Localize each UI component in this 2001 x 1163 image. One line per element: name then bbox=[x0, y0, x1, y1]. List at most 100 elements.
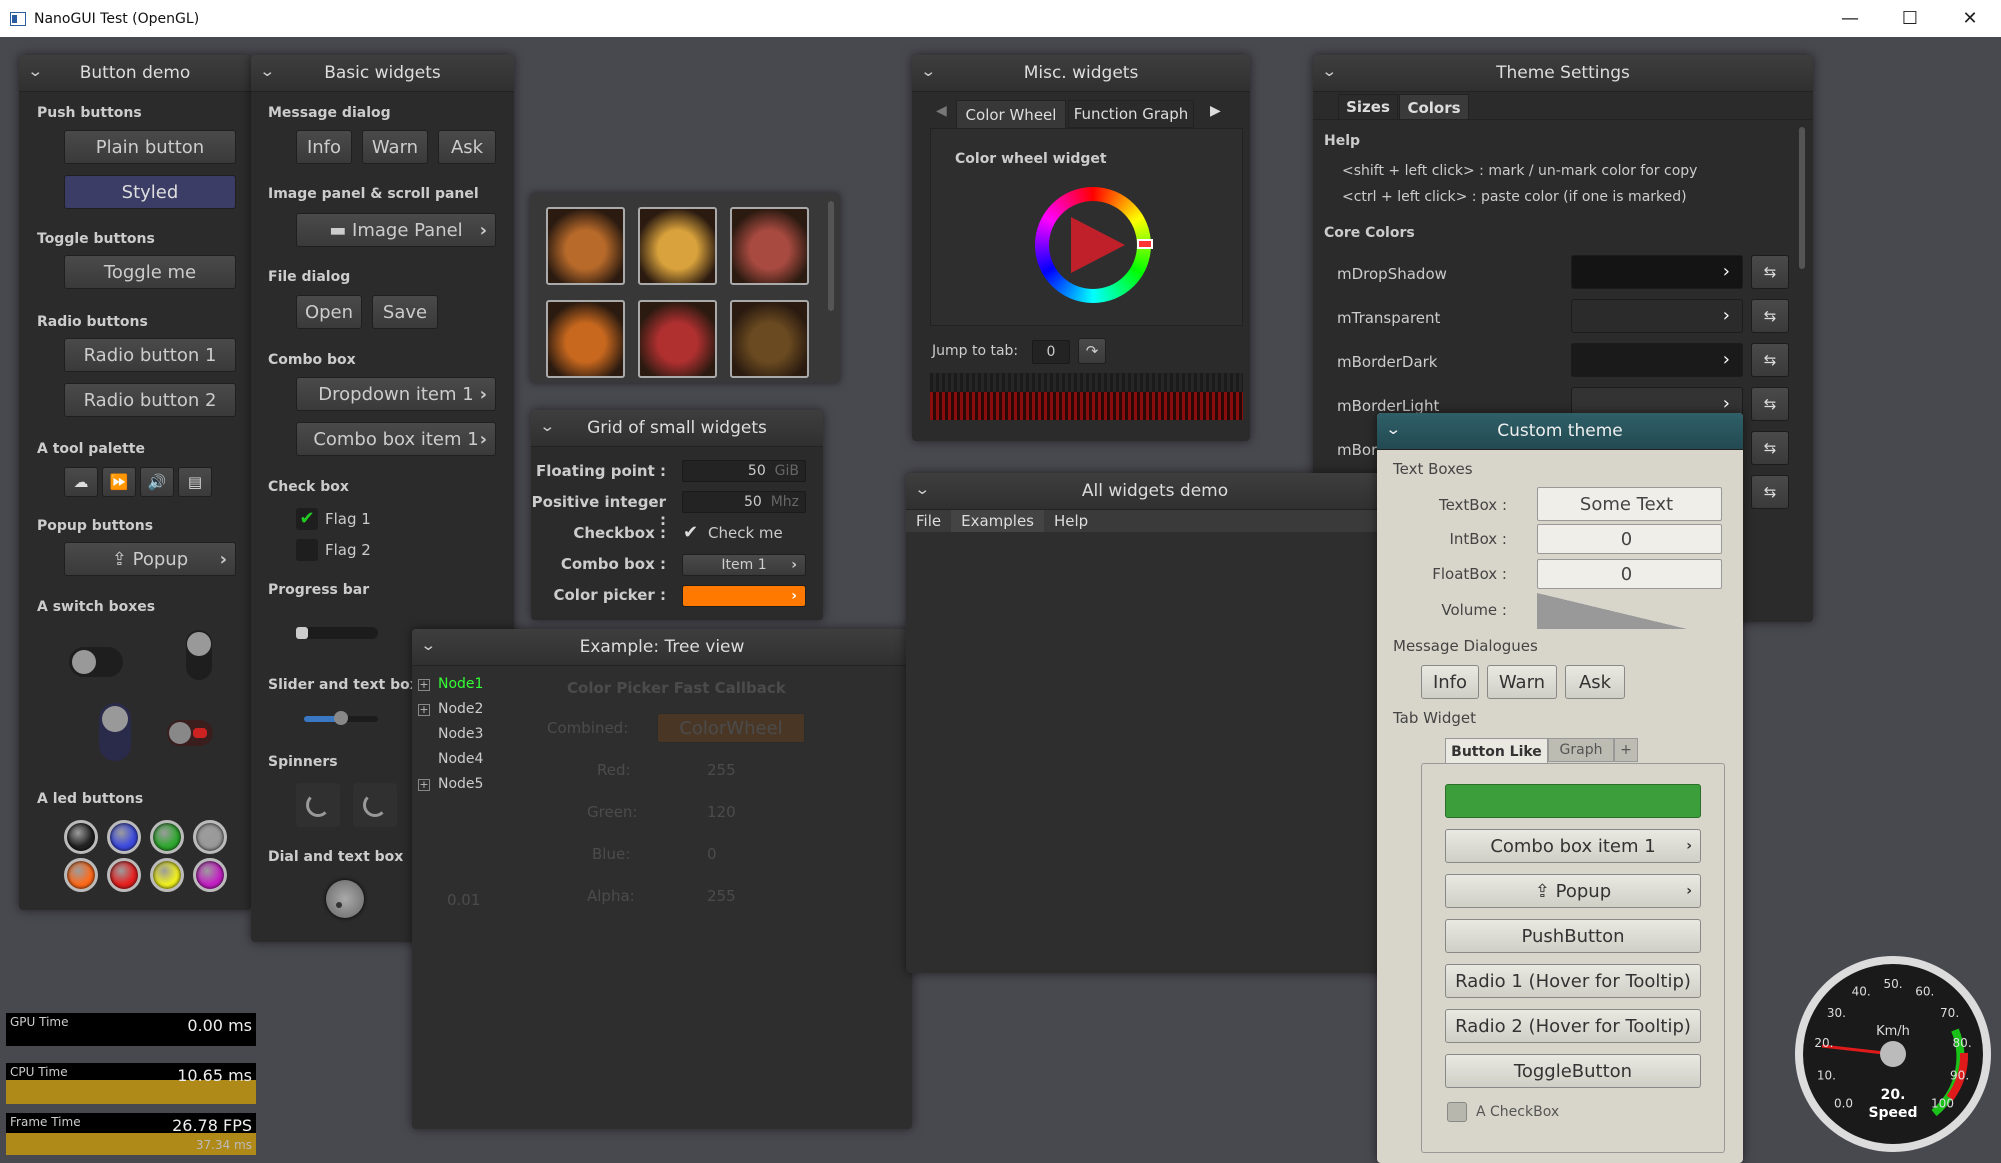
image-thumbnail[interactable] bbox=[546, 207, 625, 285]
image-panel-button[interactable]: ▬ Image Panel › bbox=[296, 213, 496, 247]
int-textbox[interactable]: 50 Mhz bbox=[682, 491, 806, 513]
warn-button[interactable]: Warn bbox=[1487, 665, 1557, 699]
window-header[interactable]: ⌄ Basic widgets bbox=[251, 55, 514, 92]
grid-combo-box[interactable]: Item 1 › bbox=[682, 554, 806, 576]
window-header[interactable]: ⌄ Example: Tree view bbox=[412, 629, 912, 666]
color-swatch-button[interactable]: › bbox=[1571, 255, 1743, 289]
led-button[interactable] bbox=[193, 820, 227, 854]
color-swatch-button[interactable]: › bbox=[1571, 299, 1743, 333]
window-header[interactable]: ⌄ Button demo bbox=[19, 55, 251, 92]
minimize-button[interactable]: — bbox=[1824, 0, 1876, 37]
tree-node[interactable]: Node1 bbox=[438, 676, 483, 692]
expand-icon[interactable]: + bbox=[418, 704, 430, 716]
tab-graph[interactable]: Graph bbox=[1548, 738, 1614, 762]
plain-button[interactable]: Plain button bbox=[64, 130, 236, 164]
checkbox-flag1[interactable]: ✔ bbox=[296, 508, 318, 530]
reset-color-icon[interactable]: ⇆ bbox=[1751, 255, 1789, 289]
tree-node[interactable]: Node5 bbox=[438, 776, 483, 792]
switch-box-vertical[interactable] bbox=[186, 630, 212, 680]
push-button[interactable]: PushButton bbox=[1445, 919, 1701, 953]
jump-tab-input[interactable]: 0 bbox=[1032, 340, 1070, 364]
switch-box[interactable] bbox=[69, 647, 123, 677]
color-swatch-button[interactable]: › bbox=[1571, 343, 1743, 377]
reset-color-icon[interactable]: ⇆ bbox=[1751, 431, 1789, 465]
tab-left-arrow-icon[interactable]: ◀ bbox=[936, 103, 947, 119]
menu-examples[interactable]: Examples bbox=[951, 510, 1044, 532]
int-box[interactable]: 0 bbox=[1537, 524, 1722, 554]
toggle-button[interactable]: Toggle me bbox=[64, 255, 236, 289]
styled-button[interactable]: Styled bbox=[64, 175, 236, 209]
collapse-icon[interactable]: ⌄ bbox=[420, 636, 436, 654]
window-header[interactable]: ⌄ Grid of small widgets bbox=[531, 410, 823, 447]
info-button[interactable]: Info bbox=[296, 130, 352, 164]
image-thumbnail[interactable] bbox=[638, 300, 717, 378]
reset-color-icon[interactable]: ⇆ bbox=[1751, 343, 1789, 377]
led-button[interactable] bbox=[107, 858, 141, 892]
radio-button-2[interactable]: Radio 2 (Hover for Tooltip) bbox=[1445, 1009, 1701, 1043]
tree-leaf[interactable] bbox=[418, 729, 430, 741]
color-triangle[interactable] bbox=[1071, 217, 1125, 273]
image-scroll-panel[interactable] bbox=[530, 193, 840, 383]
collapse-icon[interactable]: ⌄ bbox=[1385, 420, 1401, 438]
expand-icon[interactable]: + bbox=[418, 679, 430, 691]
image-thumbnail[interactable] bbox=[730, 207, 809, 285]
redo-arrow-icon[interactable]: ↷ bbox=[1078, 338, 1106, 364]
menu-help[interactable]: Help bbox=[1044, 510, 1098, 532]
tab-color-wheel[interactable]: Color Wheel bbox=[956, 100, 1066, 128]
cloud-icon[interactable]: ☁ bbox=[64, 467, 98, 497]
toggle-button[interactable]: ToggleButton bbox=[1445, 1054, 1701, 1088]
color-wheel[interactable] bbox=[1035, 187, 1153, 303]
tab-colors[interactable]: Colors bbox=[1399, 94, 1469, 120]
radio-button-1[interactable]: Radio button 1 bbox=[64, 338, 236, 372]
window-header[interactable]: ⌄ Theme Settings bbox=[1313, 55, 1813, 92]
tree-node[interactable]: Node2 bbox=[438, 701, 483, 717]
collapse-icon[interactable]: ⌄ bbox=[539, 417, 555, 435]
dropdown-button[interactable]: Dropdown item 1 › bbox=[296, 377, 496, 411]
led-button[interactable] bbox=[107, 820, 141, 854]
image-thumbnail[interactable] bbox=[730, 300, 809, 378]
image-thumbnail[interactable] bbox=[546, 300, 625, 378]
window-header[interactable]: ⌄ Custom theme bbox=[1377, 413, 1743, 450]
window-header[interactable]: ⌄ Misc. widgets bbox=[912, 55, 1250, 92]
tree-leaf[interactable] bbox=[418, 754, 430, 766]
save-button[interactable]: Save bbox=[372, 295, 438, 329]
open-button[interactable]: Open bbox=[296, 295, 362, 329]
led-button[interactable] bbox=[64, 858, 98, 892]
float-textbox[interactable]: 50 GiB bbox=[682, 460, 806, 482]
led-button[interactable] bbox=[150, 820, 184, 854]
info-button[interactable]: Info bbox=[1421, 665, 1479, 699]
checkmark-icon[interactable]: ✔ bbox=[683, 522, 698, 543]
expand-icon[interactable]: + bbox=[418, 779, 430, 791]
switch-box[interactable] bbox=[167, 720, 213, 746]
ask-button[interactable]: Ask bbox=[438, 130, 496, 164]
collapse-icon[interactable]: ⌄ bbox=[914, 480, 930, 498]
led-button[interactable] bbox=[64, 820, 98, 854]
tab-button-like[interactable]: Button Like bbox=[1445, 738, 1548, 764]
tab-function-graph[interactable]: Function Graph bbox=[1068, 100, 1194, 128]
collapse-icon[interactable]: ⌄ bbox=[259, 62, 275, 80]
checkbox[interactable] bbox=[1447, 1102, 1467, 1122]
slider[interactable] bbox=[304, 711, 378, 725]
close-button[interactable]: ✕ bbox=[1944, 0, 1996, 37]
collapse-icon[interactable]: ⌄ bbox=[920, 62, 936, 80]
tree-node[interactable]: Node4 bbox=[438, 751, 483, 767]
led-button[interactable] bbox=[150, 858, 184, 892]
tree-node[interactable]: Node3 bbox=[438, 726, 483, 742]
menu-file[interactable]: File bbox=[906, 510, 951, 532]
popup-button[interactable]: ⇪ Popup › bbox=[64, 542, 236, 576]
dial[interactable] bbox=[326, 880, 364, 918]
collapse-icon[interactable]: ⌄ bbox=[27, 62, 43, 80]
text-box[interactable]: Some Text bbox=[1537, 487, 1722, 521]
window-header[interactable]: ⌄ All widgets demo bbox=[906, 473, 1404, 510]
scrollbar[interactable] bbox=[828, 201, 834, 311]
switch-box-vertical[interactable] bbox=[99, 703, 131, 761]
tab-sizes[interactable]: Sizes bbox=[1338, 94, 1398, 120]
combo-box[interactable]: Combo box item 1 › bbox=[296, 422, 496, 456]
float-box[interactable]: 0 bbox=[1537, 559, 1722, 589]
tab-right-arrow-icon[interactable]: ▶ bbox=[1210, 103, 1221, 119]
color-button[interactable] bbox=[1445, 784, 1701, 818]
image-thumbnail[interactable] bbox=[638, 207, 717, 285]
maximize-button[interactable]: ☐ bbox=[1884, 0, 1936, 37]
tab-add[interactable]: + bbox=[1614, 738, 1638, 762]
warn-button[interactable]: Warn bbox=[362, 130, 428, 164]
